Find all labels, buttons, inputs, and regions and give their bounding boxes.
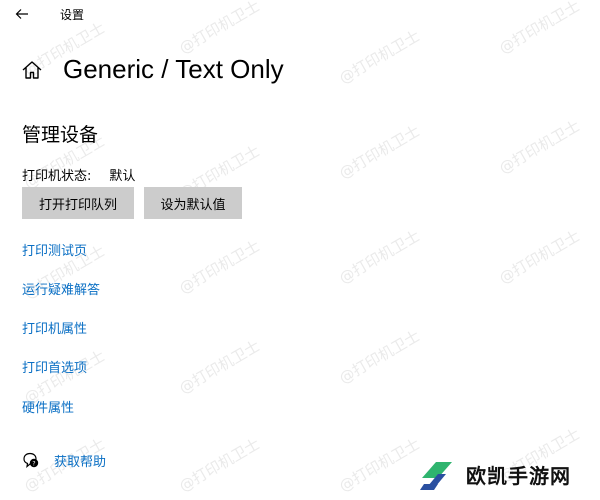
- page-title: Generic / Text Only: [63, 54, 284, 84]
- back-button[interactable]: [10, 4, 34, 24]
- arrow-left-icon: [15, 9, 28, 19]
- printer-properties-link[interactable]: 打印机属性: [22, 318, 87, 337]
- watermark: @打印机卫士: [176, 236, 263, 298]
- chat-help-icon: ?: [23, 452, 39, 468]
- title-bar: 设置: [0, 0, 600, 30]
- home-icon: [22, 61, 42, 79]
- logo-mark-icon: [420, 462, 452, 490]
- printer-status-row: 打印机状态: 默认: [22, 165, 135, 184]
- watermark: @打印机卫士: [336, 26, 423, 88]
- run-troubleshooter-link[interactable]: 运行疑难解答: [22, 279, 100, 298]
- svg-text:?: ?: [32, 460, 35, 467]
- hardware-properties-link[interactable]: 硬件属性: [22, 397, 74, 416]
- watermark: @打印机卫士: [176, 336, 263, 398]
- site-logo: 欧凯手游网: [416, 452, 571, 496]
- watermark: @打印机卫士: [336, 434, 423, 496]
- printing-preferences-link[interactable]: 打印首选项: [22, 357, 87, 376]
- open-print-queue-button[interactable]: 打开打印队列: [22, 187, 134, 219]
- watermark: @打印机卫士: [176, 434, 263, 496]
- get-help-link[interactable]: 获取帮助: [54, 451, 106, 470]
- watermark: @打印机卫士: [336, 226, 423, 288]
- printer-status-value: 默认: [109, 169, 136, 184]
- watermark: @打印机卫士: [496, 226, 583, 288]
- watermark: @打印机卫士: [336, 121, 423, 183]
- print-test-page-link[interactable]: 打印测试页: [22, 240, 87, 259]
- watermark: @打印机卫士: [496, 116, 583, 178]
- section-title-manage-device: 管理设备: [22, 124, 99, 146]
- app-title: 设置: [60, 8, 85, 22]
- printer-status-label: 打印机状态:: [22, 169, 92, 184]
- get-help-row[interactable]: ? 获取帮助: [22, 450, 106, 470]
- set-default-button[interactable]: 设为默认值: [144, 187, 242, 219]
- logo-text: 欧凯手游网: [466, 463, 571, 488]
- watermark: @打印机卫士: [336, 326, 423, 388]
